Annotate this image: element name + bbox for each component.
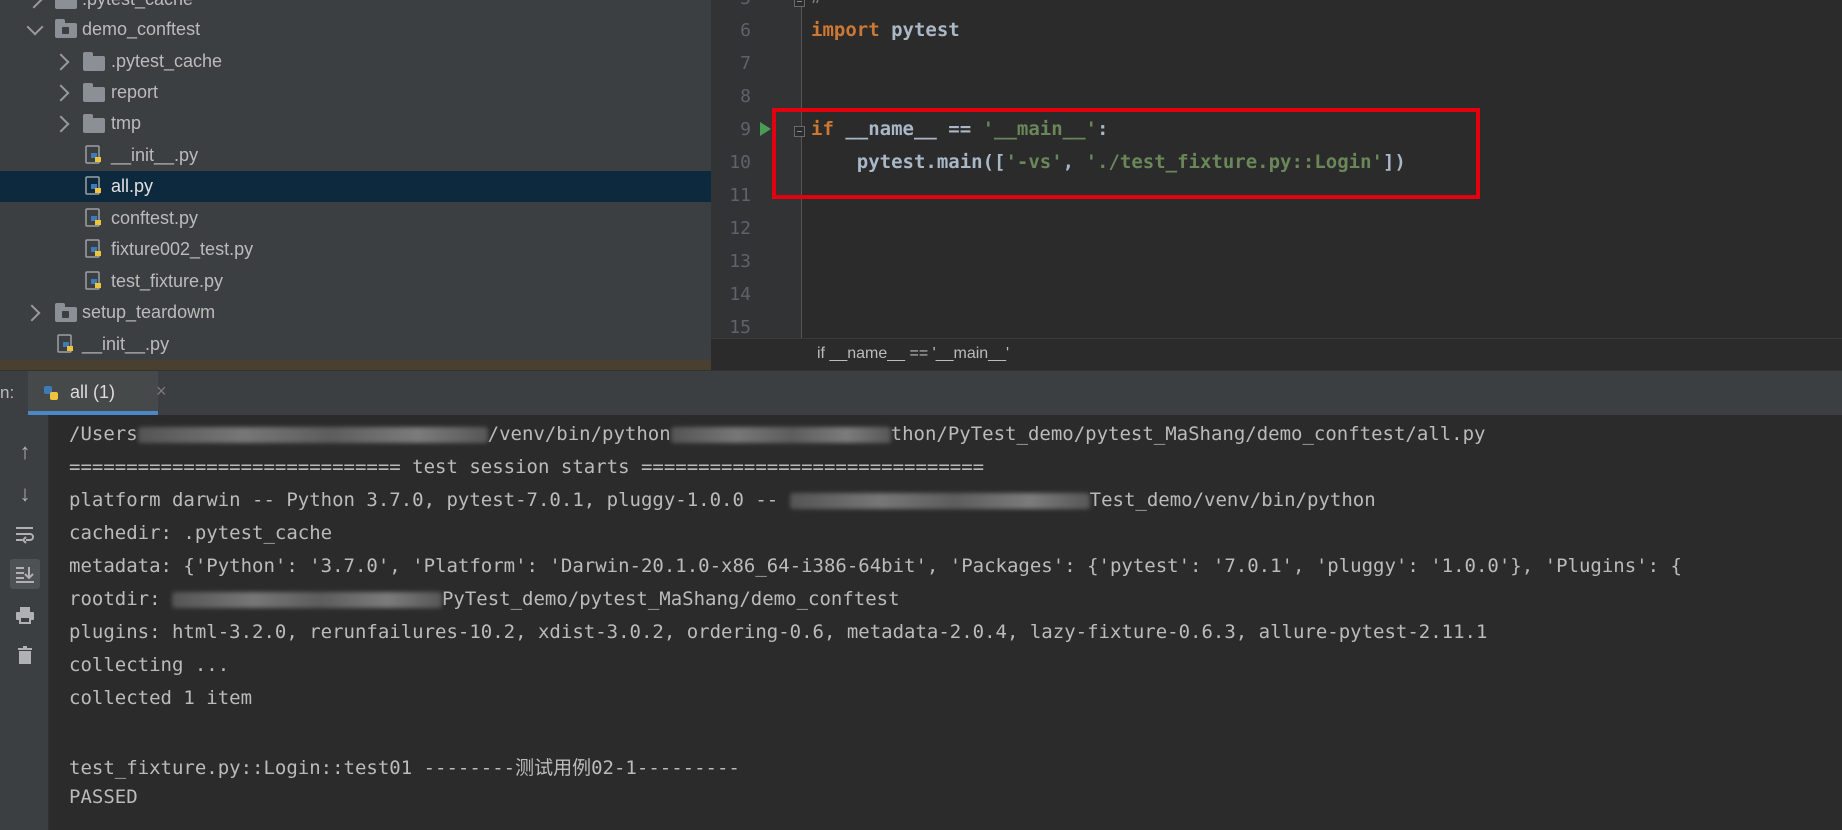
python-file-icon (57, 334, 73, 353)
line-number: 10 (729, 152, 751, 173)
line-number: 7 (740, 53, 751, 74)
console-line: plugins: html-3.2.0, rerunfailures-10.2,… (69, 621, 1488, 643)
redacted-text (789, 492, 1090, 509)
tree-item-setup-teardowm[interactable]: setup_teardowm (0, 297, 711, 328)
chevron-right-icon[interactable] (52, 115, 70, 133)
folder-icon (55, 0, 77, 9)
tree-item-pytest-cache[interactable]: .pytest_cache (0, 46, 711, 77)
run-tab[interactable]: all (1) × (28, 371, 167, 415)
fold-icon[interactable] (794, 0, 805, 7)
console-line: test_fixture.py::Login::test01 --------测… (69, 757, 740, 779)
console-line: /Users/venv/bin/python thon/PyTest_demo/p… (69, 423, 1486, 445)
highlight-box (772, 108, 1480, 199)
chevron-right-icon[interactable] (52, 84, 70, 102)
run-gutter-icon[interactable] (760, 122, 771, 136)
folder-icon (83, 52, 105, 71)
line-number: 8 (740, 86, 751, 107)
run-tool-window-header: n: all (1) × (0, 370, 1842, 416)
tree-item-all-py[interactable]: all.py (0, 171, 711, 202)
tree-item-report[interactable]: report (0, 77, 711, 108)
console-output[interactable]: /Users/venv/bin/python thon/PyTest_demo/p… (49, 415, 1842, 830)
line-number: 6 (740, 20, 751, 41)
print-icon[interactable] (10, 600, 40, 630)
down-arrow-icon[interactable]: ↓ (10, 479, 40, 509)
tree-item-fixture002-test-py[interactable]: fixture002_test.py (0, 234, 711, 265)
breadcrumb[interactable]: if __name__ == '__main__' (711, 338, 1842, 370)
console-line: cachedir: .pytest_cache (69, 522, 333, 544)
line-number: 9 (740, 119, 751, 140)
project-tree: .pytest_cache demo_conftest .pytest_cach… (0, 0, 711, 370)
tree-item-init-py-root[interactable]: __init__.py (0, 329, 711, 360)
code-line-6: import pytest (811, 19, 960, 41)
tree-item-conftest-py[interactable]: conftest.py (0, 203, 711, 234)
python-icon (44, 386, 58, 400)
chevron-right-icon[interactable] (25, 0, 43, 9)
up-arrow-icon[interactable]: ↑ (10, 437, 40, 467)
console-line-status: PASSED (69, 786, 138, 808)
python-file-icon (85, 176, 101, 195)
python-file-icon (85, 271, 101, 290)
console-line: rootdir: PyTest_demo/pytest_MaShang/demo… (69, 588, 900, 610)
run-tool-window-title: n: (0, 383, 15, 402)
module-folder-icon (55, 303, 77, 322)
tree-item-test-fixture-py[interactable]: test_fixture.py (0, 266, 711, 297)
line-number: 11 (729, 185, 751, 206)
console-line: platform darwin -- Python 3.7.0, pytest-… (69, 489, 1376, 511)
line-number: 14 (729, 284, 751, 305)
console-line: collecting ... (69, 654, 230, 676)
line-number: 5 (711, 0, 751, 9)
scroll-to-end-icon[interactable] (10, 559, 40, 589)
tree-item-demo-conftest[interactable]: demo_conftest (0, 14, 711, 45)
redacted-text (171, 591, 442, 608)
console-line: ============================= test sessi… (69, 456, 985, 478)
soft-wrap-icon[interactable] (10, 519, 40, 549)
trash-icon[interactable] (10, 640, 40, 670)
code-line-5: # ------------------------------ (811, 0, 1177, 8)
line-number: 13 (729, 251, 751, 272)
python-file-icon (85, 239, 101, 258)
tree-item-pytest-cache-root[interactable]: .pytest_cache (0, 0, 711, 15)
redacted-text (670, 426, 891, 443)
module-folder-icon (55, 19, 77, 38)
python-file-icon (85, 145, 101, 164)
tree-item-init-py[interactable]: __init__.py (0, 140, 711, 171)
line-number: 15 (729, 317, 751, 338)
folder-icon (83, 114, 105, 133)
chevron-right-icon[interactable] (23, 304, 41, 322)
redacted-text (137, 426, 488, 443)
chevron-down-icon[interactable] (26, 18, 44, 36)
code-editor[interactable]: 5 6 7 8 9 10 11 12 13 14 15 # ----------… (711, 0, 1842, 370)
console-line: collected 1 item (69, 687, 253, 709)
close-icon[interactable]: × (156, 381, 167, 402)
tree-item-tmp[interactable]: tmp (0, 108, 711, 139)
tree-scroll-edge (0, 360, 711, 370)
line-number: 12 (729, 218, 751, 239)
python-file-icon (85, 208, 101, 227)
folder-icon (83, 83, 105, 102)
chevron-right-icon[interactable] (52, 53, 70, 71)
console-line: metadata: {'Python': '3.7.0', 'Platform'… (69, 555, 1682, 577)
run-toolbar: ↑ ↓ (0, 415, 49, 830)
